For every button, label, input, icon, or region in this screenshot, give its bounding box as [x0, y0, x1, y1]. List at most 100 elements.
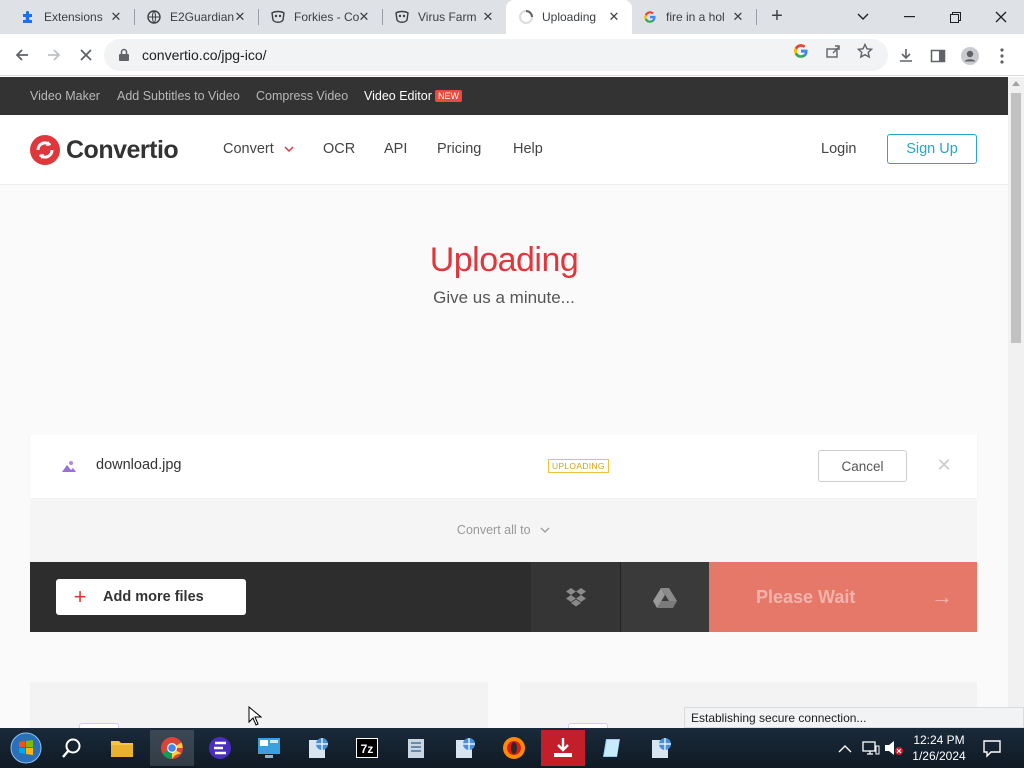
taskbar-clock[interactable]: 12:24 PM 1/26/2024	[908, 732, 970, 764]
cancel-button[interactable]: Cancel	[818, 450, 907, 482]
tab-google-search[interactable]: fire in a hol ✕	[632, 0, 756, 34]
page-title: Uploading	[429, 241, 579, 279]
page-scrollbar[interactable]	[1008, 77, 1024, 728]
link-video-maker[interactable]: Video Maker	[30, 89, 100, 103]
google-lens-icon[interactable]	[792, 42, 810, 60]
restore-button[interactable]	[932, 0, 978, 34]
bookmark-star-icon[interactable]	[856, 42, 874, 60]
minimize-button[interactable]	[886, 0, 932, 34]
add-files-label: Add more files	[103, 589, 204, 605]
nav-help[interactable]: Help	[513, 141, 543, 157]
tab-strip: Extensions ✕ E2Guardian ✕ Forkies - Co ✕…	[0, 0, 1024, 34]
lock-icon[interactable]	[118, 48, 132, 62]
side-panel-icon[interactable]	[928, 46, 948, 66]
login-link[interactable]: Login	[821, 141, 856, 157]
app-e-icon[interactable]	[198, 730, 242, 766]
tab-e2guardian[interactable]: E2Guardian ✕	[134, 0, 258, 34]
mask-icon	[394, 9, 410, 25]
link-add-subtitles[interactable]: Add Subtitles to Video	[117, 89, 240, 103]
chrome-icon[interactable]	[150, 730, 194, 766]
new-tab-button[interactable]: +	[766, 6, 788, 28]
scroll-up-icon[interactable]	[1012, 81, 1020, 86]
please-wait-button[interactable]: Please Wait →	[709, 562, 977, 632]
close-icon[interactable]: ✕	[108, 9, 124, 25]
close-icon[interactable]: ✕	[936, 456, 952, 474]
globe-icon	[146, 9, 162, 25]
close-window-button[interactable]	[978, 0, 1024, 34]
page-subtitle: Give us a minute...	[433, 288, 575, 307]
nav-convert[interactable]: Convert	[223, 141, 294, 157]
please-wait-label: Please Wait	[756, 586, 856, 607]
new-badge: NEW	[435, 90, 462, 102]
volume-muted-icon[interactable]	[884, 728, 904, 768]
7zip-icon[interactable]: 7z	[345, 730, 389, 766]
google-drive-button[interactable]	[620, 562, 709, 632]
share-icon[interactable]	[824, 42, 842, 60]
tab-uploading[interactable]: Uploading ✕	[506, 0, 632, 34]
close-icon[interactable]: ✕	[606, 9, 622, 25]
forward-arrow-icon[interactable]	[42, 43, 66, 67]
file-name: download.jpg	[96, 457, 182, 473]
svg-text:7z: 7z	[361, 742, 374, 756]
opera-browser-icon[interactable]	[492, 730, 536, 766]
download-icon[interactable]	[896, 46, 916, 66]
stop-loading-icon[interactable]	[74, 43, 98, 67]
start-button[interactable]	[6, 730, 46, 766]
file-explorer-icon[interactable]	[100, 730, 144, 766]
menu-kebab-icon[interactable]	[992, 46, 1012, 66]
close-icon[interactable]: ✕	[730, 9, 746, 25]
google-icon	[642, 9, 658, 25]
profile-avatar-icon[interactable]	[960, 46, 980, 66]
link-compress-video[interactable]: Compress Video	[256, 89, 348, 103]
tab-virus-farm[interactable]: Virus Farm ✕	[382, 0, 506, 34]
sign-up-button[interactable]: Sign Up	[887, 134, 977, 164]
clock-time: 12:24 PM	[913, 733, 965, 747]
notification-center-icon[interactable]	[982, 738, 1002, 758]
chevron-down-icon	[284, 146, 294, 153]
close-icon[interactable]: ✕	[356, 9, 372, 25]
mask-icon	[270, 9, 286, 25]
site-header: Convertio Convert OCR API Pricing Help L…	[0, 115, 1008, 185]
clock-date: 1/26/2024	[912, 749, 966, 763]
loading-spinner-icon	[518, 9, 534, 25]
convert-all-dropdown[interactable]: Convert all to	[30, 523, 977, 537]
top-promo-bar: Video Maker Add Subtitles to Video Compr…	[0, 77, 1008, 115]
tab-forkies[interactable]: Forkies - Co ✕	[258, 0, 382, 34]
image-file-icon	[56, 453, 82, 479]
nav-ocr[interactable]: OCR	[323, 141, 355, 157]
scrollbar-thumb[interactable]	[1011, 93, 1021, 343]
control-panel-icon[interactable]	[247, 730, 291, 766]
network-icon[interactable]	[862, 728, 880, 768]
address-bar[interactable]: convertio.co/jpg-ico/	[104, 39, 888, 71]
back-arrow-icon[interactable]	[10, 43, 34, 67]
close-icon[interactable]: ✕	[232, 9, 248, 25]
tab-separator	[756, 9, 757, 25]
web-page: Video Maker Add Subtitles to Video Compr…	[0, 77, 1008, 728]
tab-title: Extensions	[44, 10, 103, 24]
google-drive-icon	[653, 587, 677, 608]
search-icon[interactable]	[50, 730, 94, 766]
downloader-app-icon[interactable]	[541, 730, 585, 766]
convertio-logo-icon	[30, 135, 60, 165]
file-list-item: download.jpg UPLOADING Cancel ✕	[30, 435, 977, 498]
network-tool-icon[interactable]	[639, 730, 683, 766]
network-tool-icon[interactable]	[443, 730, 487, 766]
url-text[interactable]: convertio.co/jpg-ico/	[142, 47, 267, 63]
nav-pricing[interactable]: Pricing	[437, 141, 481, 157]
dropbox-button[interactable]	[531, 562, 620, 632]
tab-title: E2Guardian	[170, 10, 235, 24]
add-more-files-button[interactable]: + Add more files	[56, 579, 246, 615]
document-tool-icon[interactable]	[394, 730, 438, 766]
tab-extensions[interactable]: Extensions ✕	[0, 0, 134, 34]
nav-api[interactable]: API	[384, 141, 407, 157]
show-hidden-icons-chevron-up-icon[interactable]	[838, 728, 852, 768]
convert-all-row: Convert all to	[30, 500, 977, 562]
convertio-logo[interactable]: Convertio	[30, 134, 179, 166]
notepad-icon[interactable]	[590, 730, 634, 766]
link-video-editor[interactable]: Video Editor	[364, 89, 432, 103]
tab-search-icon[interactable]	[840, 0, 886, 34]
close-icon[interactable]: ✕	[480, 9, 496, 25]
upload-action-bar: + Add more files Please Wait →	[30, 562, 977, 632]
mouse-cursor-icon	[248, 706, 262, 726]
network-tool-icon[interactable]	[296, 730, 340, 766]
